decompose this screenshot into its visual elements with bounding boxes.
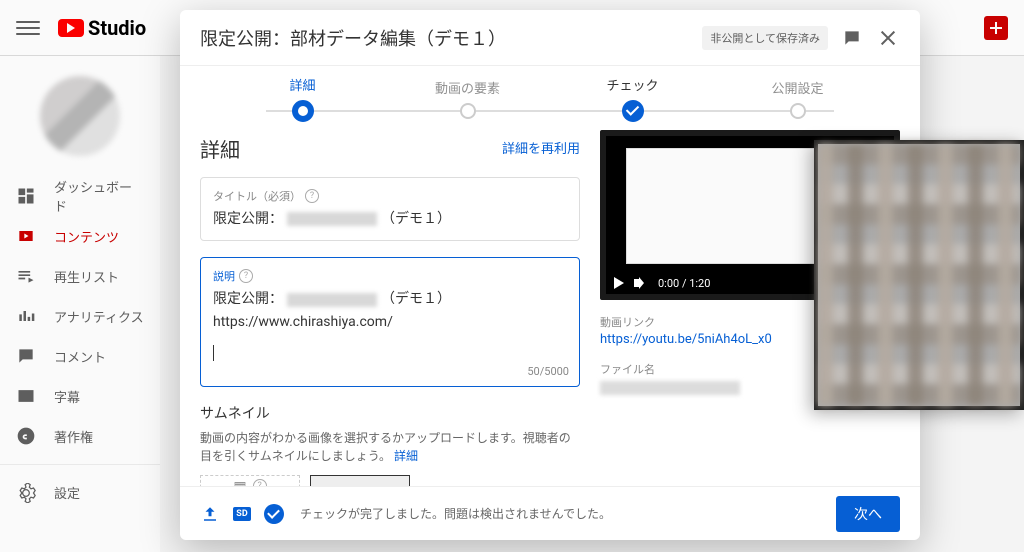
step-dot-icon	[622, 100, 644, 122]
title-value: 限定公開：（デモ１）	[213, 208, 567, 230]
description-field[interactable]: 説明 ? 限定公開：（デモ１） https://www.chirashiya.c…	[200, 257, 580, 387]
description-value: 限定公開：（デモ１） https://www.chirashiya.com/	[213, 288, 567, 368]
close-icon[interactable]	[876, 26, 900, 50]
step-dot-icon	[292, 100, 314, 122]
title-field[interactable]: タイトル（必須） ? 限定公開：（デモ１）	[200, 177, 580, 241]
thumbnail-section-title: サムネイル	[200, 403, 580, 423]
step-label: チェック	[606, 75, 658, 94]
add-image-icon: ▦	[233, 479, 246, 486]
video-time: 0:00 / 1:20	[658, 277, 710, 290]
video-edit-modal: 限定公開：部材データ編集（デモ１） 非公開として保存済み 詳細 動画の要素 チェ…	[180, 10, 920, 540]
reuse-details-link[interactable]: 詳細を再利用	[502, 138, 580, 157]
help-icon[interactable]: ?	[253, 479, 267, 486]
play-icon[interactable]	[614, 277, 624, 289]
step-checks[interactable]: チェック	[550, 75, 715, 122]
overlay-video-window[interactable]	[814, 140, 1024, 410]
stepper: 詳細 動画の要素 チェック 公開設定	[180, 66, 920, 130]
step-details[interactable]: 詳細	[220, 75, 385, 122]
step-label: 詳細	[289, 75, 315, 94]
file-name-value	[600, 381, 740, 395]
step-label: 公開設定	[771, 78, 823, 97]
feedback-icon[interactable]	[840, 26, 864, 50]
modal-title: 限定公開：部材データ編集（デモ１）	[200, 25, 702, 51]
step-label: 動画の要素	[435, 78, 500, 97]
step-elements[interactable]: 動画の要素	[385, 78, 550, 119]
step-dot-icon	[790, 103, 806, 119]
help-icon[interactable]: ?	[239, 269, 253, 283]
next-button[interactable]: 次へ	[836, 496, 900, 532]
sd-badge: SD	[232, 504, 252, 524]
thumbnail-upload-button[interactable]: ▦ ? サムネイルをアップロード	[200, 475, 300, 486]
step-dot-icon	[460, 103, 476, 119]
thumbnail-description: 動画の内容がわかる画像を選択するかアップロードします。視聴者の目を引くサムネイル…	[200, 429, 580, 465]
step-visibility[interactable]: 公開設定	[715, 78, 880, 119]
upload-complete-icon	[200, 504, 220, 524]
field-label-text: タイトル（必須）	[213, 188, 301, 204]
volume-icon[interactable]	[634, 276, 648, 290]
footer-message: チェックが完了しました。問題は検出されませんでした。	[300, 505, 611, 522]
saved-status-badge: 非公開として保存済み	[702, 26, 828, 50]
help-icon[interactable]: ?	[305, 189, 319, 203]
check-complete-icon	[264, 504, 284, 524]
field-label-text: 説明	[213, 268, 235, 284]
char-count: 50/5000	[527, 365, 569, 378]
thumbnail-more-link[interactable]: 詳細	[394, 449, 418, 463]
thumbnail-option[interactable]	[310, 475, 410, 486]
